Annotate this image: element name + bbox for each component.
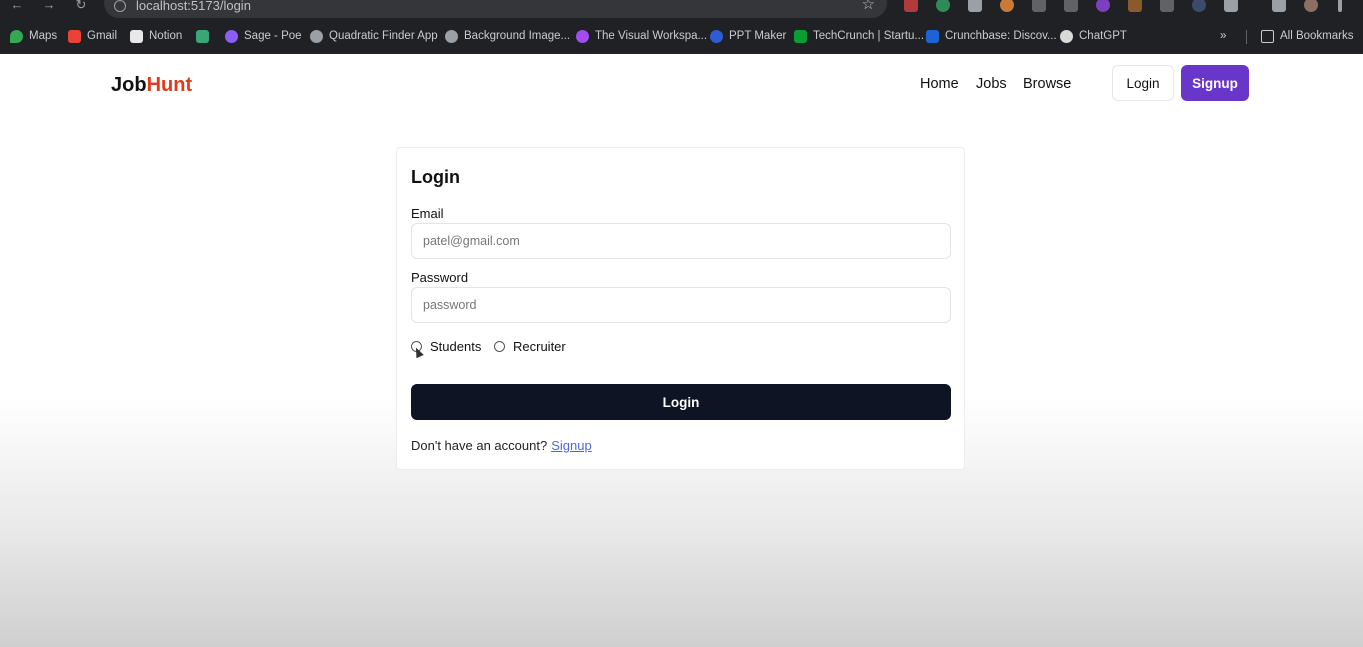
browser-toolbar: ← → ↻ localhost:5173/login ☆ xyxy=(0,0,1363,18)
bookmark-techcrunch[interactable]: TechCrunch | Startu... xyxy=(794,28,924,44)
bookmark-notion[interactable]: Notion xyxy=(130,28,182,44)
login-form: Login Email Password Students Recruiter … xyxy=(396,147,965,470)
gmail-icon xyxy=(68,29,81,43)
bookmarks-divider xyxy=(1246,30,1247,44)
bookmark-label: TechCrunch | Startu... xyxy=(813,30,925,42)
extension-icon[interactable] xyxy=(904,0,918,12)
signup-prompt: Don't have an account? Signup xyxy=(411,438,592,453)
techcrunch-icon xyxy=(794,29,807,43)
email-field[interactable] xyxy=(411,223,951,259)
bookmark-visual-workspace[interactable]: The Visual Workspa... xyxy=(576,28,707,44)
bookmark-label: PPT Maker xyxy=(729,30,787,42)
radio-button[interactable] xyxy=(494,341,505,352)
bookmark-background-image[interactable]: Background Image... xyxy=(445,28,570,44)
more-bookmarks-chevron-icon[interactable]: » xyxy=(1220,28,1226,44)
reload-icon[interactable]: ↻ xyxy=(72,0,90,14)
header-login-button[interactable]: Login xyxy=(1112,65,1174,101)
bookmark-label: Gmail xyxy=(87,30,118,42)
bookmark-label: The Visual Workspa... xyxy=(595,30,708,42)
all-bookmarks[interactable]: All Bookmarks xyxy=(1261,28,1354,44)
signup-prompt-text: Don't have an account? xyxy=(411,438,548,453)
all-bookmarks-label: All Bookmarks xyxy=(1280,30,1354,42)
extension-icon[interactable] xyxy=(1128,0,1142,12)
browser-chrome: ← → ↻ localhost:5173/login ☆ Maps Gmail … xyxy=(0,0,1363,54)
extension-icon[interactable] xyxy=(1192,0,1206,12)
bookmark-star-icon[interactable]: ☆ xyxy=(862,0,875,12)
bookmark-ppt-maker[interactable]: PPT Maker xyxy=(710,28,786,44)
header-signup-button[interactable]: Signup xyxy=(1181,65,1249,101)
extensions-puzzle-icon[interactable] xyxy=(1224,0,1238,12)
bookmark-label: Crunchbase: Discov... xyxy=(945,30,1057,42)
bookmark-quadratic[interactable]: Quadratic Finder App xyxy=(310,28,438,44)
signup-link[interactable]: Signup xyxy=(551,438,591,453)
extension-icon[interactable] xyxy=(1160,0,1174,12)
ppt-maker-icon xyxy=(710,29,723,43)
forward-arrow-icon[interactable]: → xyxy=(40,0,58,14)
crunchbase-icon xyxy=(926,29,939,43)
globe-icon xyxy=(445,29,458,43)
page: JobHunt Home Jobs Browse Login Signup Lo… xyxy=(0,54,1363,647)
role-radio-recruiter[interactable]: Recruiter xyxy=(494,339,566,354)
bookmark-crunchbase[interactable]: Crunchbase: Discov... xyxy=(926,28,1057,44)
globe-icon xyxy=(310,29,323,43)
extension-icon[interactable] xyxy=(1064,0,1078,12)
password-label: Password xyxy=(411,270,469,285)
profile-avatar-icon[interactable] xyxy=(1304,0,1318,12)
form-title: Login xyxy=(411,167,460,187)
bookmark-gmail[interactable]: Gmail xyxy=(68,28,117,44)
bookmark-maps[interactable]: Maps xyxy=(10,28,57,44)
password-field[interactable] xyxy=(411,287,951,323)
bookmark-sage-poe[interactable]: Sage - Poe xyxy=(225,28,302,44)
site-info-icon[interactable] xyxy=(114,0,126,12)
notion-icon xyxy=(130,29,143,43)
address-url[interactable]: localhost:5173/login xyxy=(136,0,251,12)
bookmark-label: ChatGPT xyxy=(1079,30,1127,42)
bookmark-label: Sage - Poe xyxy=(244,30,302,42)
bookmark-unnamed[interactable] xyxy=(196,28,209,44)
download-icon[interactable] xyxy=(1272,0,1286,12)
extension-icon[interactable] xyxy=(936,0,950,12)
folder-icon xyxy=(1261,29,1274,43)
bookmark-label: Background Image... xyxy=(464,30,571,42)
logo-accent-text: Hunt xyxy=(146,74,193,96)
nav-jobs[interactable]: Jobs xyxy=(976,76,1007,92)
address-bar[interactable]: localhost:5173/login ☆ xyxy=(104,0,887,18)
maps-icon xyxy=(10,29,23,43)
back-arrow-icon[interactable]: ← xyxy=(8,0,26,14)
bookmarks-bar: Maps Gmail Notion Sage - Poe Quadratic F… xyxy=(0,26,1363,46)
eye-icon xyxy=(576,29,589,43)
logo[interactable]: JobHunt xyxy=(111,74,192,97)
logo-text: Job xyxy=(111,74,147,96)
extension-icon[interactable] xyxy=(968,0,982,12)
radio-label: Students xyxy=(430,339,482,354)
extension-icon[interactable] xyxy=(1000,0,1014,12)
chatgpt-icon xyxy=(1060,29,1073,43)
nav-browse[interactable]: Browse xyxy=(1023,76,1071,92)
bookmark-chatgpt[interactable]: ChatGPT xyxy=(1060,28,1127,44)
menu-dots-icon[interactable] xyxy=(1338,0,1342,12)
bookmark-favicon-icon xyxy=(196,29,209,43)
bookmark-label: Maps xyxy=(29,30,58,42)
poe-icon xyxy=(225,29,238,43)
nav-home[interactable]: Home xyxy=(920,76,959,92)
radio-label: Recruiter xyxy=(513,339,566,354)
extension-icon[interactable] xyxy=(1032,0,1046,12)
login-submit-button[interactable]: Login xyxy=(411,384,951,420)
bookmark-label: Notion xyxy=(149,30,183,42)
extension-icon[interactable] xyxy=(1096,0,1110,12)
bookmark-label: Quadratic Finder App xyxy=(329,30,438,42)
email-label: Email xyxy=(411,206,444,221)
